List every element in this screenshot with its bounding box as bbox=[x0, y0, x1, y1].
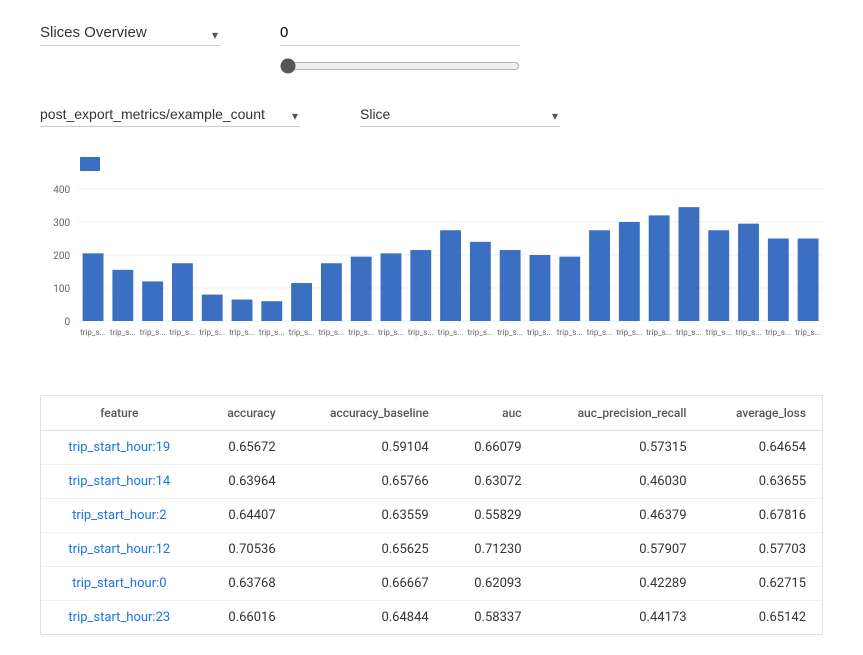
cell-accuracy: 0.65672 bbox=[198, 431, 292, 465]
cell-average-loss: 0.65142 bbox=[703, 601, 823, 635]
threshold-slider-wrapper bbox=[280, 58, 520, 78]
table-row: trip_start_hour:2 0.64407 0.63559 0.5582… bbox=[41, 499, 822, 533]
cell-average-loss: 0.57703 bbox=[703, 533, 823, 567]
svg-text:trip_s...: trip_s... bbox=[467, 328, 493, 337]
table-row: trip_start_hour:14 0.63964 0.65766 0.630… bbox=[41, 465, 822, 499]
cell-auc-precision-recall: 0.46030 bbox=[538, 465, 703, 499]
threshold-slider[interactable] bbox=[280, 58, 520, 74]
col-auc-precision-recall: auc_precision_recall bbox=[538, 396, 703, 431]
cell-auc-precision-recall: 0.57315 bbox=[538, 431, 703, 465]
svg-text:300: 300 bbox=[53, 218, 70, 229]
chart-legend bbox=[80, 157, 823, 171]
table-header-row: feature accuracy accuracy_baseline auc a… bbox=[41, 396, 822, 431]
svg-text:trip_s...: trip_s... bbox=[199, 328, 225, 337]
col-feature: feature bbox=[41, 396, 198, 431]
cell-accuracy-baseline: 0.66667 bbox=[292, 567, 445, 601]
cell-auc: 0.62093 bbox=[445, 567, 538, 601]
svg-text:trip_s...: trip_s... bbox=[527, 328, 553, 337]
svg-text:trip_s...: trip_s... bbox=[795, 328, 821, 337]
show-dropdown[interactable]: post_export_metrics/example_count ▾ bbox=[40, 106, 300, 127]
cell-accuracy: 0.66016 bbox=[198, 601, 292, 635]
cell-auc-precision-recall: 0.46379 bbox=[538, 499, 703, 533]
svg-text:trip_s...: trip_s... bbox=[765, 328, 791, 337]
visualization-select[interactable]: Slices Overview bbox=[40, 24, 220, 41]
svg-text:trip_s...: trip_s... bbox=[497, 328, 523, 337]
svg-text:trip_s...: trip_s... bbox=[557, 328, 583, 337]
svg-text:trip_s...: trip_s... bbox=[676, 328, 702, 337]
svg-text:trip_s...: trip_s... bbox=[110, 328, 136, 337]
cell-average-loss: 0.67816 bbox=[703, 499, 823, 533]
cell-auc-precision-recall: 0.57907 bbox=[538, 533, 703, 567]
col-auc: auc bbox=[445, 396, 538, 431]
svg-text:trip_s...: trip_s... bbox=[706, 328, 732, 337]
threshold-input[interactable] bbox=[280, 24, 520, 46]
table-row: trip_start_hour:0 0.63768 0.66667 0.6209… bbox=[41, 567, 822, 601]
svg-text:trip_s...: trip_s... bbox=[736, 328, 762, 337]
cell-accuracy-baseline: 0.63559 bbox=[292, 499, 445, 533]
svg-text:0: 0 bbox=[64, 317, 70, 328]
cell-auc-precision-recall: 0.42289 bbox=[538, 567, 703, 601]
svg-text:trip_s...: trip_s... bbox=[616, 328, 642, 337]
svg-text:trip_s...: trip_s... bbox=[169, 328, 195, 337]
cell-auc: 0.63072 bbox=[445, 465, 538, 499]
svg-text:200: 200 bbox=[53, 251, 70, 262]
table-row: trip_start_hour:23 0.66016 0.64844 0.583… bbox=[41, 601, 822, 635]
svg-text:trip_s...: trip_s... bbox=[318, 328, 344, 337]
svg-text:trip_s...: trip_s... bbox=[229, 328, 255, 337]
cell-auc: 0.58337 bbox=[445, 601, 538, 635]
cell-accuracy-baseline: 0.64844 bbox=[292, 601, 445, 635]
col-accuracy: accuracy bbox=[198, 396, 292, 431]
cell-auc: 0.71230 bbox=[445, 533, 538, 567]
svg-text:400: 400 bbox=[53, 185, 70, 196]
svg-text:trip_s...: trip_s... bbox=[587, 328, 613, 337]
col-accuracy-baseline: accuracy_baseline bbox=[292, 396, 445, 431]
cell-auc: 0.55829 bbox=[445, 499, 538, 533]
cell-average-loss: 0.62715 bbox=[703, 567, 823, 601]
show-select[interactable]: post_export_metrics/example_count bbox=[40, 106, 300, 122]
chart-svg: 400 300 200 100 0 trip_s...trip_s...trip… bbox=[40, 179, 823, 379]
svg-text:trip_s...: trip_s... bbox=[378, 328, 404, 337]
col-average-loss: average_loss bbox=[703, 396, 823, 431]
sort-by-dropdown[interactable]: Slice ▾ bbox=[360, 106, 560, 127]
cell-feature: trip_start_hour:0 bbox=[41, 567, 198, 601]
visualization-dropdown[interactable]: Slices Overview ▾ bbox=[40, 24, 220, 46]
cell-feature: trip_start_hour:23 bbox=[41, 601, 198, 635]
cell-average-loss: 0.64654 bbox=[703, 431, 823, 465]
svg-text:trip_s...: trip_s... bbox=[348, 328, 374, 337]
cell-feature: trip_start_hour:2 bbox=[41, 499, 198, 533]
cell-accuracy: 0.64407 bbox=[198, 499, 292, 533]
svg-text:trip_s...: trip_s... bbox=[140, 328, 166, 337]
cell-accuracy-baseline: 0.65625 bbox=[292, 533, 445, 567]
cell-accuracy: 0.70536 bbox=[198, 533, 292, 567]
chart-area: 400 300 200 100 0 trip_s...trip_s...trip… bbox=[40, 147, 823, 379]
cell-average-loss: 0.63655 bbox=[703, 465, 823, 499]
svg-text:trip_s...: trip_s... bbox=[289, 328, 315, 337]
cell-accuracy-baseline: 0.65766 bbox=[292, 465, 445, 499]
bar-chart: 400 300 200 100 0 trip_s...trip_s...trip… bbox=[40, 179, 823, 379]
sort-by-select[interactable]: Slice bbox=[360, 106, 560, 122]
cell-feature: trip_start_hour:14 bbox=[41, 465, 198, 499]
svg-text:trip_s...: trip_s... bbox=[80, 328, 106, 337]
svg-text:trip_s...: trip_s... bbox=[259, 328, 285, 337]
svg-text:100: 100 bbox=[53, 284, 70, 295]
svg-text:trip_s...: trip_s... bbox=[408, 328, 434, 337]
table-row: trip_start_hour:19 0.65672 0.59104 0.660… bbox=[41, 431, 822, 465]
data-table: feature accuracy accuracy_baseline auc a… bbox=[40, 395, 823, 635]
svg-text:trip_s...: trip_s... bbox=[646, 328, 672, 337]
cell-auc-precision-recall: 0.44173 bbox=[538, 601, 703, 635]
legend-color-swatch bbox=[80, 157, 100, 171]
svg-text:trip_s...: trip_s... bbox=[438, 328, 464, 337]
cell-auc: 0.66079 bbox=[445, 431, 538, 465]
cell-accuracy: 0.63964 bbox=[198, 465, 292, 499]
cell-feature: trip_start_hour:12 bbox=[41, 533, 198, 567]
table-row: trip_start_hour:12 0.70536 0.65625 0.712… bbox=[41, 533, 822, 567]
cell-accuracy-baseline: 0.59104 bbox=[292, 431, 445, 465]
cell-accuracy: 0.63768 bbox=[198, 567, 292, 601]
cell-feature: trip_start_hour:19 bbox=[41, 431, 198, 465]
